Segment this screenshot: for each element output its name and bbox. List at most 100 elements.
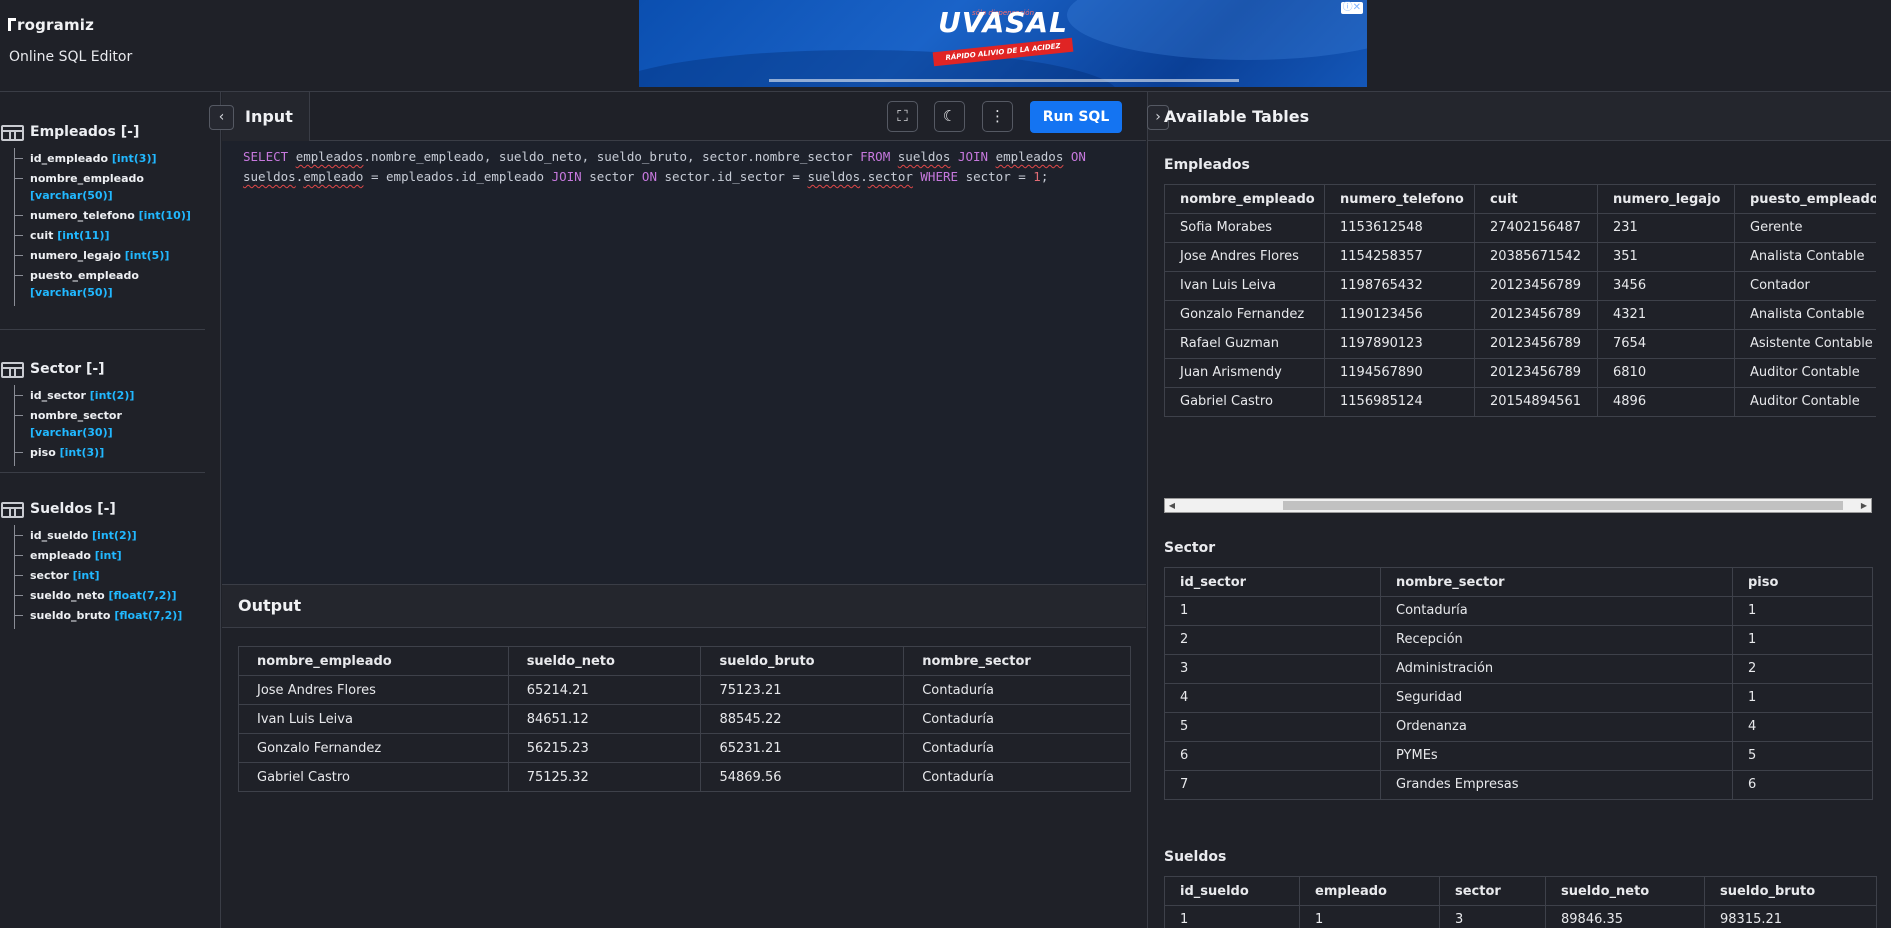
table-row: 7 Grandes Empresas 6 — [1164, 770, 1873, 800]
column-header: sector — [1439, 876, 1546, 906]
code-line: SELECT empleados.nombre_empleado, sueldo… — [243, 149, 1086, 164]
available-tables-panel: › Available Tables Empleados nombre_empl… — [1147, 92, 1891, 928]
programiz-logo[interactable]: rogramiz — [8, 16, 94, 34]
table-row: 5 Ordenanza 4 — [1164, 712, 1873, 742]
table-row: Gabriel Castro 1156985124 20154894561 4896 A… — [1164, 387, 1876, 417]
schema-column: id_empleado [int(3)] — [15, 150, 205, 167]
column-header: sueldo_neto — [507, 646, 702, 676]
table-cell: 1 — [1164, 905, 1300, 928]
schema-table-name[interactable]: Sueldos [-] — [30, 501, 116, 517]
schema-column: numero_telefono [int(10)] — [15, 207, 205, 224]
app-title: Online SQL Editor — [9, 49, 133, 65]
table-row: 3 Administración 2 — [1164, 654, 1873, 684]
table-cell: 20154894561 — [1474, 387, 1598, 417]
table-cell: 4 — [1164, 683, 1381, 713]
table-cell: 1154258357 — [1324, 242, 1475, 272]
table-cell: 1 — [1164, 596, 1381, 626]
table-cell: Contaduría — [903, 762, 1131, 792]
fullscreen-button[interactable]: ⛶ — [887, 101, 918, 132]
sidebar-divider — [0, 329, 205, 330]
schema-table-header[interactable]: Sueldos [-] — [0, 500, 205, 522]
schema-column-list: id_sueldo [int(2)] empleado [int] sector… — [14, 525, 205, 629]
column-header: cuit — [1474, 184, 1598, 214]
schema-column-list: id_empleado [int(3)] nombre_empleado [var… — [14, 148, 205, 306]
table-header-row: id_sector nombre_sector piso — [1164, 567, 1873, 597]
table-cell: 1 — [1299, 905, 1440, 928]
column-header: numero_telefono — [1324, 184, 1475, 214]
sql-editor-app: rogramiz Online SQL Editor sólo dispensa… — [0, 0, 1891, 928]
table-cell: Grandes Empresas — [1380, 770, 1733, 800]
table-row: Juan Arismendy 1194567890 20123456789 6810 A… — [1164, 358, 1876, 388]
table-cell: 1197890123 — [1324, 329, 1475, 359]
table-header-row: id_sueldo empleado sector sueldo_neto su… — [1164, 876, 1877, 906]
more-options-button[interactable]: ⋮ — [982, 101, 1013, 132]
available-tables-title: Available Tables — [1164, 107, 1310, 126]
table-row: Ivan Luis Leiva 84651.12 88545.22 Contadurí… — [238, 704, 1131, 734]
schema-table-sueldos: Sueldos [-] id_sueldo [int(2)] empleado … — [0, 500, 205, 629]
schema-table-name[interactable]: Sector [-] — [30, 361, 105, 377]
column-header: sueldo_neto — [1545, 876, 1705, 906]
table-cell: Gonzalo Fernandez — [238, 733, 509, 763]
table-icon — [1, 362, 24, 378]
table-icon — [1, 125, 24, 141]
column-header: empleado — [1299, 876, 1440, 906]
table-cell: 27402156487 — [1474, 213, 1598, 243]
table-cell: 1153612548 — [1324, 213, 1475, 243]
more-vertical-icon: ⋮ — [990, 107, 1005, 125]
ad-info-close-icon[interactable]: ⓘ✕ — [1340, 2, 1363, 14]
table-cell: 65214.21 — [507, 675, 702, 705]
table-cell: 3 — [1164, 654, 1381, 684]
table-cell: Ivan Luis Leiva — [238, 704, 509, 734]
scrollbar-thumb[interactable] — [1283, 501, 1843, 510]
scroll-left-arrow-icon[interactable]: ◀ — [1165, 499, 1179, 512]
column-header: id_sector — [1164, 567, 1381, 597]
table-cell: 2 — [1732, 654, 1873, 684]
column-header: nombre_empleado — [238, 646, 509, 676]
advertisement-banner[interactable]: sólo dispensación UVASAL RÁPIDO ALIVIO D… — [639, 0, 1367, 87]
table-row: 4 Seguridad 1 — [1164, 683, 1873, 713]
moon-icon: ☾ — [942, 107, 957, 125]
schema-column: sueldo_neto [float(7,2)] — [15, 587, 205, 604]
schema-column: sector [int] — [15, 567, 205, 584]
empleados-title: Empleados — [1164, 157, 1250, 173]
table-cell: 89846.35 — [1545, 905, 1705, 928]
theme-toggle-button[interactable]: ☾ — [934, 101, 965, 132]
table-cell: 2 — [1164, 625, 1381, 655]
table-cell: Contador — [1734, 271, 1876, 301]
empleados-scroll-area[interactable]: nombre_empleado numero_telefono cuit num… — [1164, 184, 1876, 482]
schema-column: puesto_empleado [varchar(50)] — [15, 267, 205, 301]
table-cell: 20123456789 — [1474, 300, 1598, 330]
column-header: sueldo_bruto — [700, 646, 905, 676]
table-cell: 4 — [1732, 712, 1873, 742]
available-tables-header: › Available Tables — [1147, 92, 1891, 141]
table-cell: Administración — [1380, 654, 1733, 684]
schema-table-header[interactable]: Sector [-] — [0, 360, 205, 382]
run-sql-button[interactable]: Run SQL — [1030, 101, 1122, 133]
table-cell: 1198765432 — [1324, 271, 1475, 301]
schema-column: nombre_sector [varchar(30)] — [15, 407, 205, 441]
table-cell: 54869.56 — [700, 762, 905, 792]
table-cell: 7 — [1164, 770, 1381, 800]
table-cell: Sofia Morabes — [1164, 213, 1325, 243]
sector-title: Sector — [1164, 540, 1216, 556]
table-cell: Analista Contable — [1734, 242, 1876, 272]
column-header: id_sueldo — [1164, 876, 1300, 906]
table-cell: PYMEs — [1380, 741, 1733, 771]
table-cell: 20123456789 — [1474, 358, 1598, 388]
collapse-sidebar-button[interactable]: ‹ — [209, 105, 234, 130]
scroll-right-arrow-icon[interactable]: ▶ — [1857, 499, 1871, 512]
chevron-right-icon: › — [1155, 109, 1161, 125]
table-cell: 6 — [1732, 770, 1873, 800]
schema-table-header[interactable]: Empleados [-] — [0, 123, 205, 145]
horizontal-scrollbar[interactable]: ◀ ▶ — [1164, 498, 1872, 513]
table-cell: 88545.22 — [700, 704, 905, 734]
table-cell: Seguridad — [1380, 683, 1733, 713]
sueldos-title: Sueldos — [1164, 849, 1227, 865]
table-cell: 4321 — [1597, 300, 1735, 330]
table-cell: Auditor Contable — [1734, 387, 1876, 417]
table-cell: Contaduría — [903, 675, 1131, 705]
schema-table-empleados: Empleados [-] id_empleado [int(3)] nombr… — [0, 123, 205, 306]
schema-table-name[interactable]: Empleados [-] — [30, 124, 139, 140]
column-header: puesto_empleado — [1734, 184, 1876, 214]
tab-input[interactable]: Input — [222, 92, 310, 141]
